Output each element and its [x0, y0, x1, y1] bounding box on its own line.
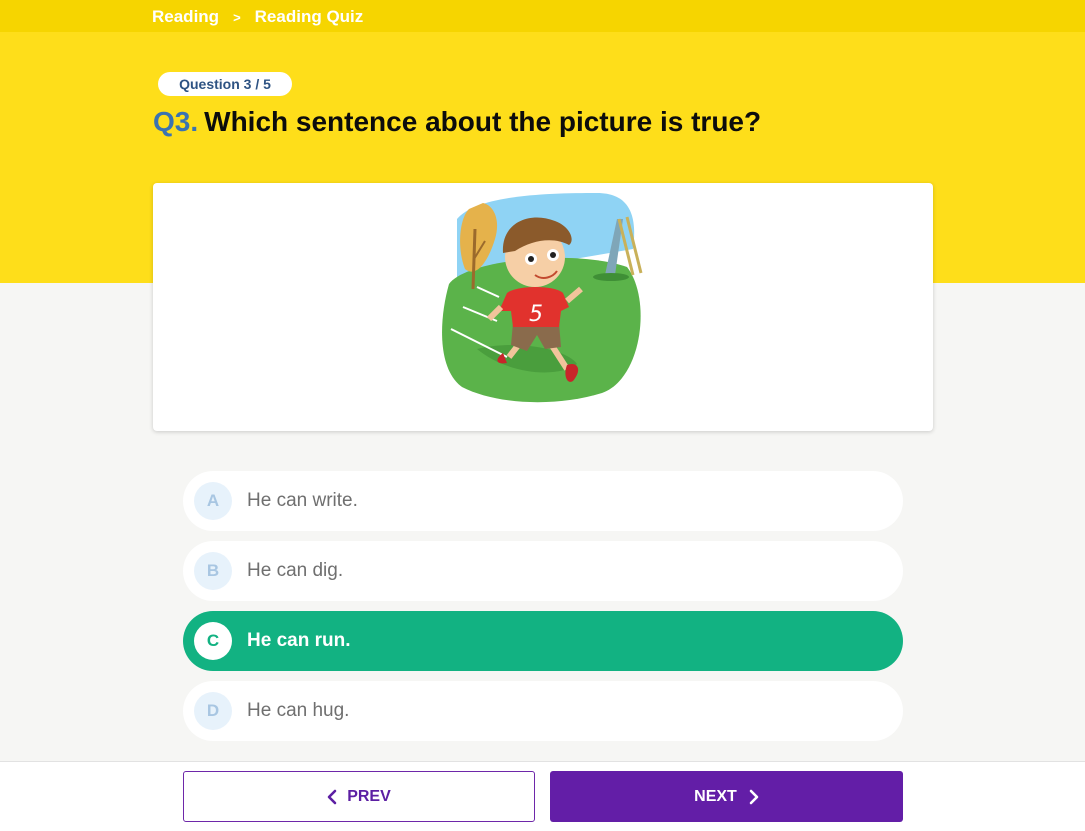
option-letter-badge: C	[194, 622, 232, 660]
chevron-right-icon	[749, 789, 759, 804]
prev-button-label: PREV	[347, 787, 391, 805]
prev-button[interactable]: PREV	[183, 771, 535, 822]
answer-option-d[interactable]: D He can hug.	[183, 681, 903, 741]
svg-text:5: 5	[529, 302, 543, 327]
breadcrumb-separator: >	[233, 9, 241, 25]
navigation-footer: PREV NEXT	[0, 761, 1085, 831]
breadcrumb-bar: Reading > Reading Quiz	[0, 0, 1085, 33]
option-text: He can hug.	[247, 700, 350, 721]
chevron-left-icon	[327, 789, 337, 804]
question-title: Q3. Which sentence about the picture is t…	[153, 106, 761, 138]
option-letter-badge: D	[194, 692, 232, 730]
option-text: He can run.	[247, 630, 351, 651]
option-letter-badge: B	[194, 552, 232, 590]
answer-option-a[interactable]: A He can write.	[183, 471, 903, 531]
picture-card: 5	[153, 183, 933, 431]
next-button-label: NEXT	[694, 787, 737, 805]
breadcrumb: Reading > Reading Quiz	[152, 7, 363, 27]
running-boy-illustration: 5	[442, 193, 643, 403]
answer-option-c[interactable]: C He can run.	[183, 611, 903, 671]
question-progress-badge: Question 3 / 5	[158, 72, 292, 96]
question-number: Q3.	[153, 106, 199, 137]
option-letter-badge: A	[194, 482, 232, 520]
option-text: He can dig.	[247, 560, 344, 581]
breadcrumb-item-reading-quiz[interactable]: Reading Quiz	[255, 7, 364, 27]
question-text: Which sentence about the picture is true…	[204, 106, 762, 137]
breadcrumb-item-reading[interactable]: Reading	[152, 7, 219, 27]
next-button[interactable]: NEXT	[550, 771, 903, 822]
option-text: He can write.	[247, 490, 358, 511]
answer-option-b[interactable]: B He can dig.	[183, 541, 903, 601]
